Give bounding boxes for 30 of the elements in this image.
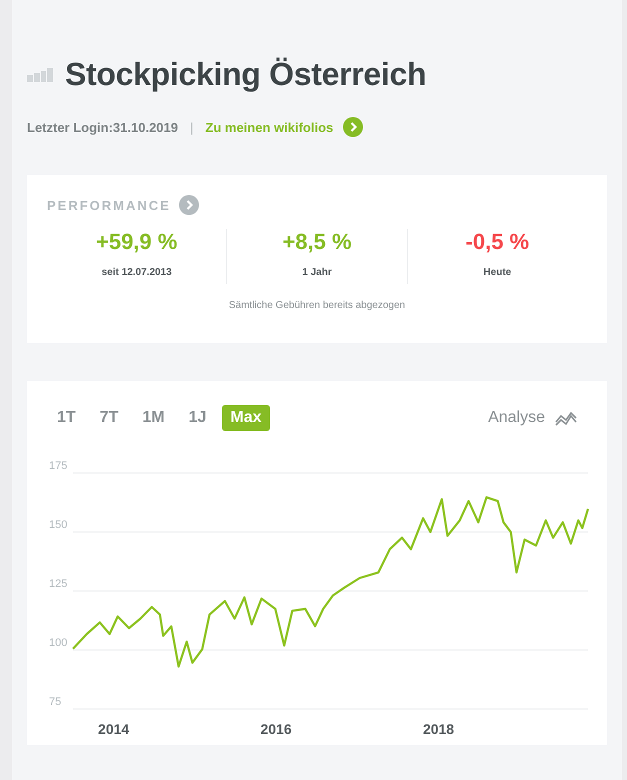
performance-period: 1 Jahr: [302, 267, 332, 278]
performance-period: seit 12.07.2013: [102, 267, 172, 278]
last-login-text: Letzter Login:31.10.2019: [27, 120, 178, 134]
wikifolios-link[interactable]: Zu meinen wikifolios: [205, 120, 334, 134]
x-tick-label: 2018: [422, 721, 454, 737]
x-tick-label: 2016: [260, 721, 292, 737]
performance-value: -0,5 %: [466, 229, 530, 255]
analyse-link[interactable]: Analyse: [488, 409, 545, 427]
performance-value: +59,9 %: [96, 229, 178, 255]
range-tab[interactable]: 7T: [92, 405, 126, 431]
y-tick-label: 75: [49, 696, 62, 708]
range-tab[interactable]: 1J: [180, 405, 214, 431]
arrow-right-icon[interactable]: [343, 117, 364, 137]
arrow-right-icon[interactable]: [178, 195, 199, 215]
performance-period: Heute: [483, 267, 512, 278]
page-title: Stockpicking Österreich: [65, 56, 426, 93]
bar-chart-icon: [27, 68, 53, 82]
y-tick-label: 100: [49, 637, 68, 649]
performance-heading: PERFORMANCE: [47, 198, 171, 212]
line-chart-icon[interactable]: [555, 410, 577, 426]
range-tab[interactable]: 1M: [134, 405, 173, 431]
range-tab[interactable]: 1T: [49, 405, 84, 431]
y-tick-label: 125: [49, 578, 68, 590]
performance-value: +8,5 %: [282, 229, 352, 255]
y-tick-label: 150: [49, 519, 68, 531]
y-tick-label: 175: [49, 460, 68, 472]
x-tick-label: 2014: [98, 721, 130, 737]
fees-note: Sämtliche Gebühren bereits abgezogen: [228, 300, 406, 311]
separator: |: [190, 120, 194, 134]
range-tab[interactable]: Max: [222, 405, 270, 431]
